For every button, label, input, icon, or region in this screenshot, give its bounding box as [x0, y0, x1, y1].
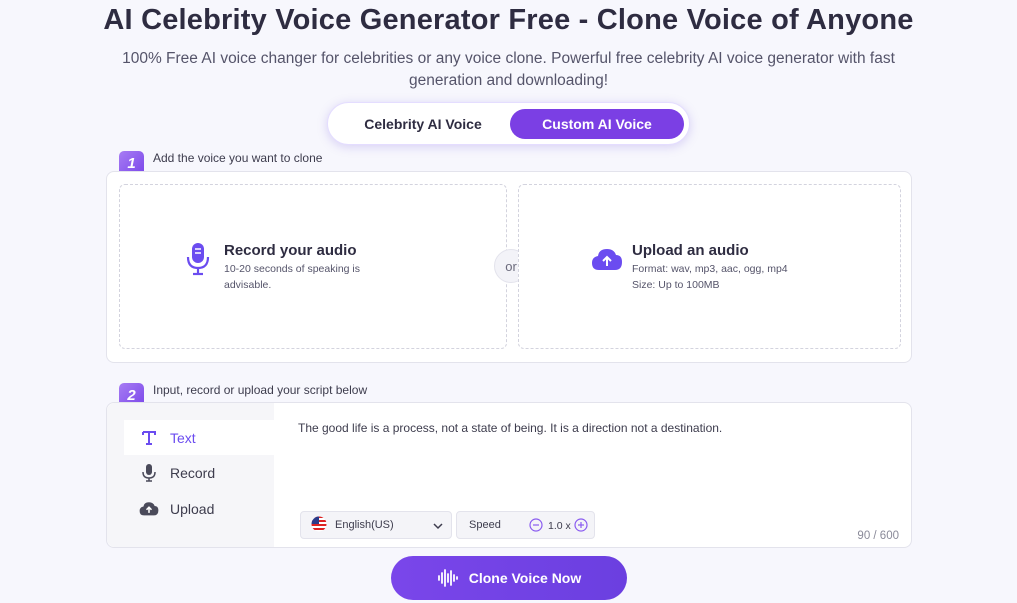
speed-label: Speed [469, 519, 501, 531]
language-value: English(US) [335, 519, 394, 531]
speed-increase-button[interactable] [574, 518, 588, 535]
tab-record-label: Record [170, 464, 216, 481]
upload-audio-format: Format: wav, mp3, aac, ogg, mp4 [632, 263, 788, 275]
page-subtitle: 100% Free AI voice changer for celebriti… [122, 50, 895, 89]
record-audio-area[interactable]: Record your audio 10-20 seconds of speak… [119, 184, 507, 349]
upload-audio-size: Size: Up to 100MB [632, 279, 720, 291]
voice-type-toggle: Celebrity AI Voice Custom AI Voice [327, 102, 690, 145]
script-textarea[interactable]: The good life is a process, not a state … [298, 421, 722, 435]
upload-audio-area[interactable]: Upload an audio Format: wav, mp3, aac, o… [518, 184, 901, 349]
tab-upload[interactable]: Upload [124, 491, 274, 526]
speed-decrease-button[interactable] [529, 518, 543, 535]
script-input-tabs: Text Record Upload [107, 403, 274, 547]
upload-audio-title: Upload an audio [632, 242, 749, 259]
chevron-down-icon [433, 521, 443, 533]
step-2-label: Input, record or upload your script belo… [153, 383, 368, 397]
tab-upload-label: Upload [170, 500, 215, 517]
clone-voice-label: Clone Voice Now [468, 570, 582, 586]
record-audio-desc: 10-20 seconds of speaking is advisable. [224, 263, 361, 291]
text-icon [138, 430, 160, 446]
cloud-upload-icon [591, 247, 623, 276]
sound-wave-icon [437, 568, 459, 588]
us-flag-icon [311, 516, 327, 535]
tab-text-label: Text [170, 429, 196, 446]
language-select[interactable]: English(US) [300, 511, 452, 539]
microphone-icon [138, 463, 160, 482]
character-count: 90 / 600 [857, 530, 899, 542]
record-audio-title: Record your audio [224, 242, 357, 259]
speed-control: Speed 1.0 x [456, 511, 595, 539]
clone-voice-button[interactable]: Clone Voice Now [391, 556, 627, 600]
tab-record[interactable]: Record [124, 455, 274, 490]
celebrity-ai-voice-tab[interactable]: Celebrity AI Voice [336, 109, 510, 139]
speed-value: 1.0 x [548, 520, 571, 532]
cloud-upload-icon [138, 501, 160, 516]
step-1-label: Add the voice you want to clone [153, 151, 323, 165]
page-title: AI Celebrity Voice Generator Free - Clon… [103, 4, 914, 36]
custom-ai-voice-tab[interactable]: Custom AI Voice [510, 109, 684, 139]
microphone-icon [186, 242, 210, 281]
tab-text[interactable]: Text [124, 420, 274, 455]
